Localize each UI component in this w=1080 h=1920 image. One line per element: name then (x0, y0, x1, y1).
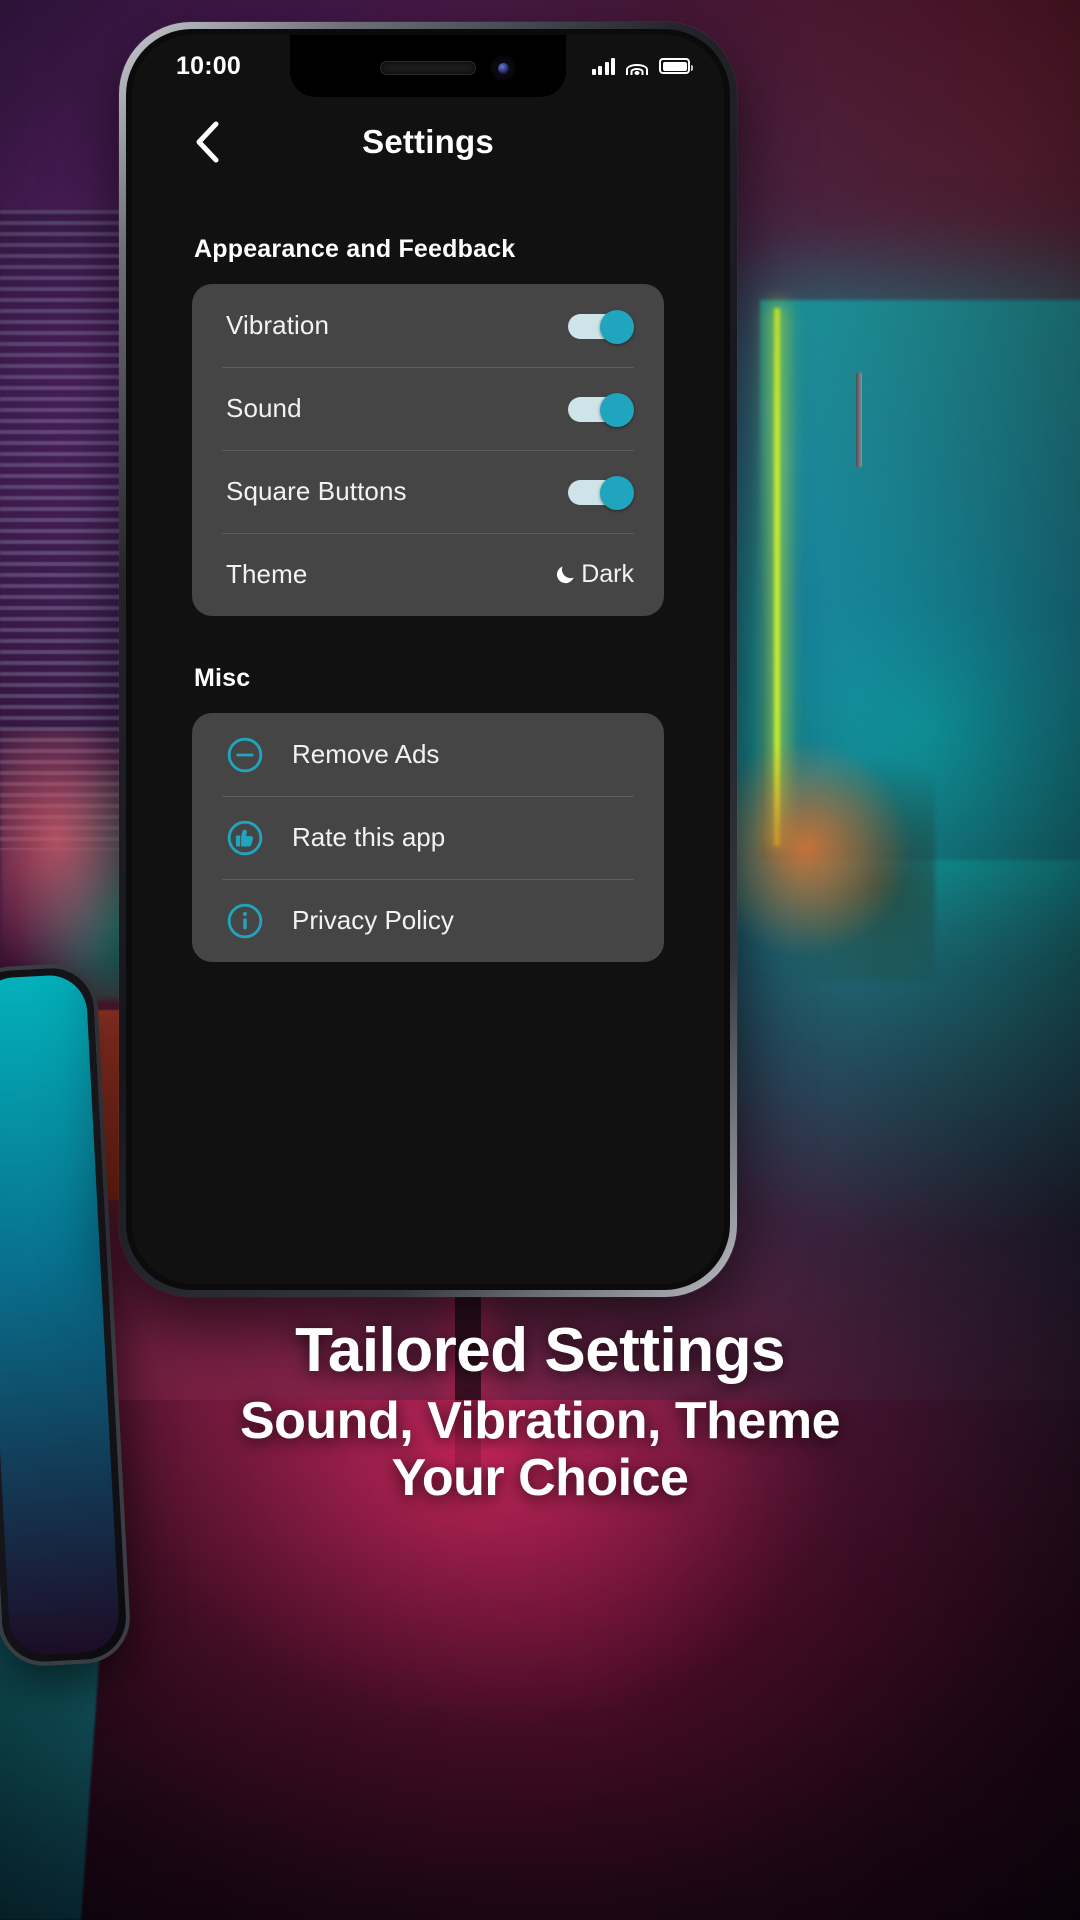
theme-value-label: Dark (581, 560, 634, 588)
vibration-toggle[interactable] (568, 309, 634, 344)
section-title-misc: Misc (194, 664, 251, 692)
theme-value[interactable]: Dark (554, 560, 634, 589)
misc-label-remove-ads: Remove Ads (292, 739, 440, 769)
earpiece-speaker (380, 61, 476, 75)
phone-screen: 10:00 Settings Appearance and Feedback V… (132, 35, 724, 1284)
appearance-card: Vibration Sound Square Buttons Theme Dar… (192, 284, 664, 616)
info-circle-icon (227, 903, 263, 938)
wifi-icon (626, 58, 648, 75)
square-buttons-toggle[interactable] (568, 475, 634, 510)
misc-label-privacy-policy: Privacy Policy (292, 905, 454, 935)
setting-row-sound[interactable]: Sound (192, 367, 664, 450)
settings-content: Appearance and Feedback Vibration Sound (132, 187, 724, 1284)
misc-label-rate-app: Rate this app (292, 822, 446, 852)
setting-row-vibration[interactable]: Vibration (192, 284, 664, 367)
toggle-thumb (600, 309, 634, 344)
setting-label-theme: Theme (226, 559, 308, 589)
setting-label-square-buttons: Square Buttons (226, 476, 407, 506)
status-bar-icons (591, 57, 693, 75)
status-bar-clock: 10:00 (176, 51, 241, 80)
setting-label-vibration: Vibration (226, 310, 330, 340)
front-camera-icon (490, 55, 516, 81)
app-header: Settings (132, 97, 724, 187)
battery-icon (659, 58, 693, 74)
setting-row-theme[interactable]: Theme Dark (192, 533, 664, 616)
caption-line-3: Your Choice (391, 1449, 689, 1508)
moon-icon (557, 566, 574, 584)
section-title-appearance: Appearance and Feedback (194, 235, 516, 263)
minus-circle-icon (227, 737, 263, 772)
phone-mockup: 10:00 Settings Appearance and Feedback V… (119, 22, 862, 1297)
misc-row-privacy-policy[interactable]: Privacy Policy (192, 879, 664, 962)
phone-bezel: 10:00 Settings Appearance and Feedback V… (126, 29, 730, 1290)
misc-row-rate-app[interactable]: Rate this app (192, 796, 664, 879)
cellular-signal-icon (591, 57, 615, 75)
caption-line-1: Tailored Settings (295, 1316, 785, 1385)
caption-line-2: Sound, Vibration, Theme (239, 1391, 841, 1450)
thumbs-up-circle-icon (227, 820, 263, 855)
misc-row-remove-ads[interactable]: Remove Ads (192, 713, 664, 796)
toggle-thumb (600, 475, 634, 510)
promo-caption: Tailored Settings Sound, Vibration, Them… (0, 1316, 1080, 1508)
setting-label-sound: Sound (226, 393, 302, 423)
sound-toggle[interactable] (568, 392, 634, 427)
setting-row-square-buttons[interactable]: Square Buttons (192, 450, 664, 533)
power-button[interactable] (856, 372, 862, 468)
back-button[interactable] (184, 119, 230, 165)
chevron-left-icon (196, 121, 219, 163)
toggle-thumb (600, 392, 634, 427)
misc-card: Remove Ads Rate this app Privacy Policy (192, 713, 664, 962)
